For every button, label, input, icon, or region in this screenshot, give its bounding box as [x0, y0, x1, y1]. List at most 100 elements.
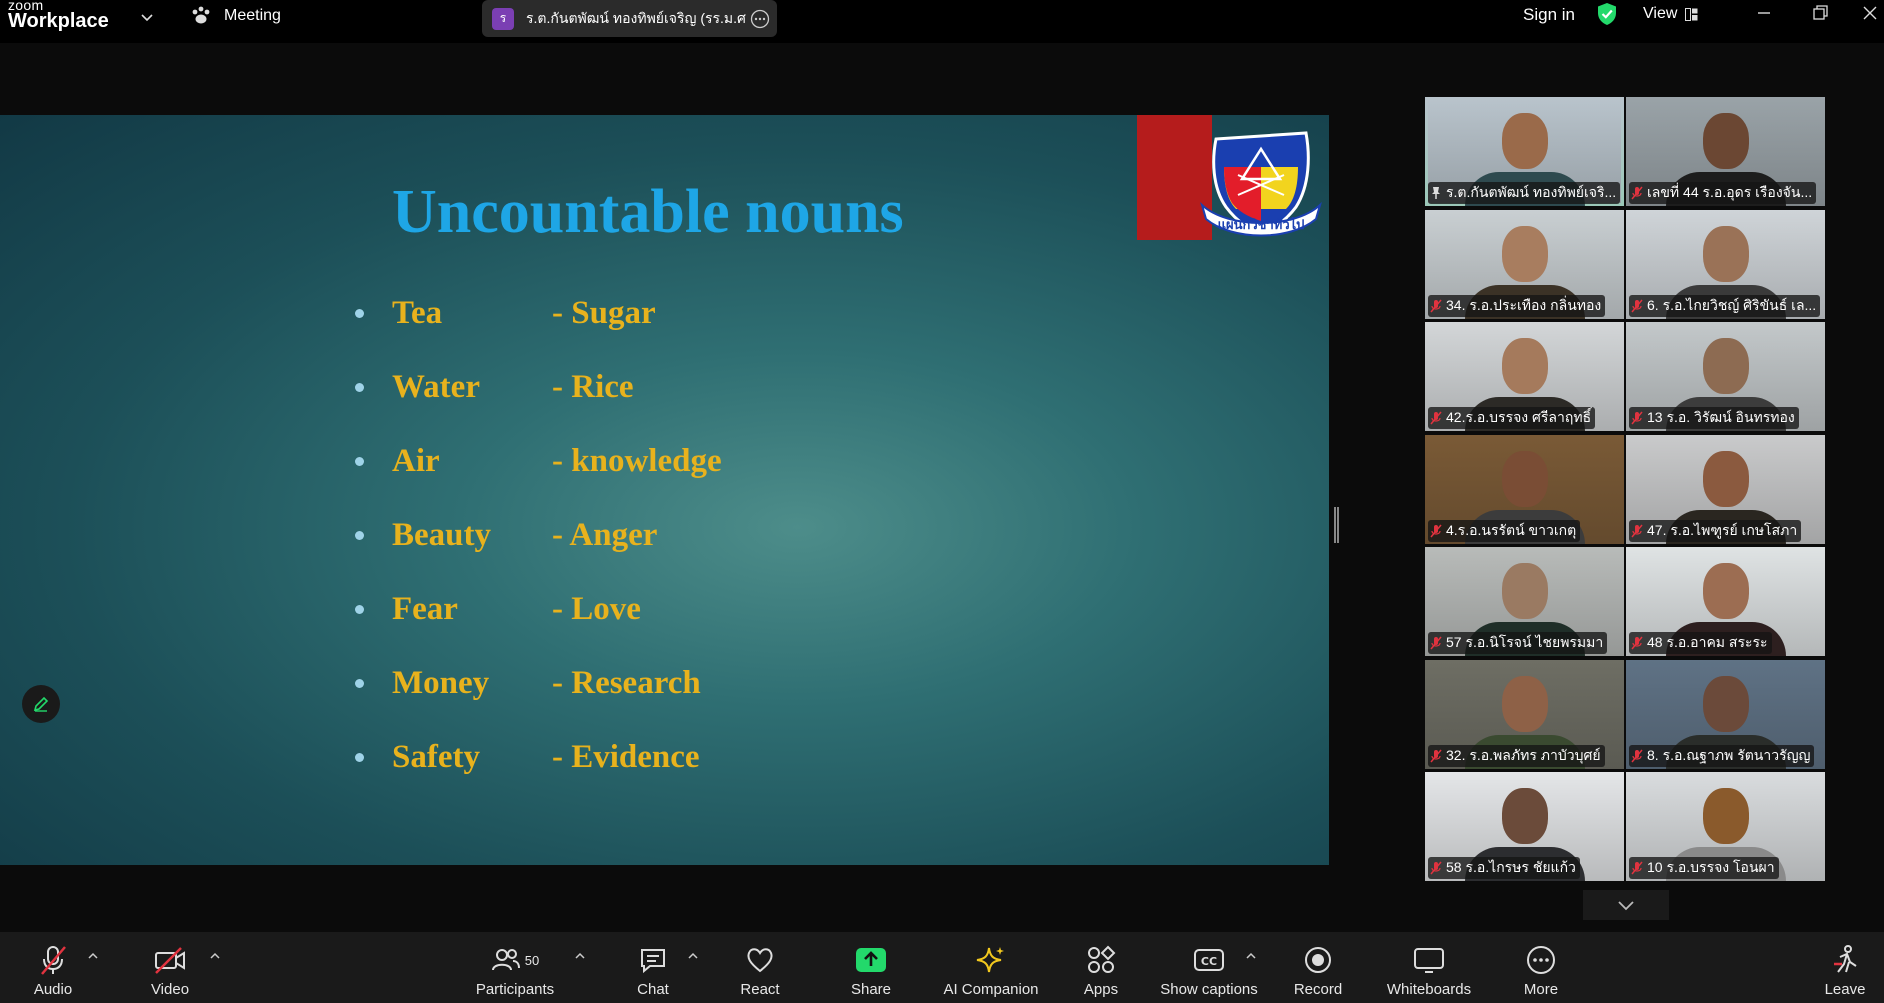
participants-label: Participants — [475, 981, 555, 998]
participant-name-label: 47. ร.อ.ไพฑูรย์ เกษโสภา — [1629, 519, 1802, 542]
share-label: Share — [850, 981, 892, 998]
participant-name: 48 ร.อ.อาคม สระระ — [1647, 634, 1768, 650]
minimize-icon[interactable] — [1754, 3, 1774, 23]
leave-label: Leave — [1824, 981, 1866, 998]
participant-face — [1702, 563, 1749, 619]
speaker-avatar: ร — [492, 7, 514, 30]
mic-muted-icon — [1430, 411, 1442, 425]
bullet — [355, 531, 364, 540]
ai-companion-button[interactable]: AI Companion — [941, 942, 1041, 998]
audio-caret-icon[interactable] — [87, 950, 99, 962]
more-options-icon[interactable] — [750, 9, 770, 29]
more-icon — [1527, 946, 1555, 974]
more-button[interactable]: More — [1522, 942, 1560, 998]
apps-button[interactable]: Apps — [1082, 942, 1120, 998]
active-speaker-pill[interactable]: ร ร.ต.กันตพัฒน์ ทองทิพย์เจริญ (รร.ม.ศม — [482, 0, 777, 37]
participant-name: ร.ต.กันตพัฒน์ ทองทิพย์เจริ... — [1446, 184, 1617, 200]
noun-right: - Love — [552, 591, 641, 627]
whiteboards-button[interactable]: Whiteboards — [1384, 942, 1474, 998]
participant-face — [1702, 338, 1749, 394]
participant-tile[interactable]: 10 ร.อ.บรรจง โอนผา — [1626, 772, 1825, 881]
chat-button[interactable]: Chat — [633, 942, 673, 998]
participant-tile[interactable]: 8. ร.อ.ณฐาภพ รัตนาวรัญญ — [1626, 659, 1825, 769]
participant-tile[interactable]: 4.ร.อ.นรรัตน์ ขาวเกตุ — [1425, 434, 1624, 544]
participant-name: 10 ร.อ.บรรจง โอนผา — [1647, 859, 1775, 875]
mic-muted-icon — [1631, 636, 1643, 650]
participant-tile[interactable]: 13 ร.อ. วิรัฒน์ อินทรทอง — [1626, 322, 1825, 431]
restore-icon[interactable] — [1811, 3, 1831, 23]
encryption-shield-icon[interactable] — [1596, 2, 1618, 26]
bullet — [355, 309, 364, 318]
bullet — [355, 605, 364, 614]
speaker-name: ร.ต.กันตพัฒน์ ทองทิพย์เจริญ (รร.ม.ศม — [526, 9, 746, 26]
participant-face — [1501, 225, 1548, 282]
record-button[interactable]: Record — [1293, 942, 1343, 998]
participant-tile[interactable]: 42.ร.อ.บรรจง ศรีลาฤทธิ์ — [1425, 322, 1624, 431]
audio-button[interactable]: Audio — [30, 942, 76, 998]
gallery-scroll-down-button[interactable] — [1583, 890, 1669, 920]
grid-view-icon — [1685, 7, 1698, 21]
chevron-down-icon[interactable] — [140, 10, 154, 24]
mic-muted-icon — [1631, 186, 1643, 200]
participant-gallery[interactable]: ร.ต.กันตพัฒน์ ทองทิพย์เจริ... เลขที่ 44 ร… — [1425, 97, 1826, 886]
participant-face — [1501, 563, 1548, 619]
mic-muted-icon — [1631, 861, 1643, 875]
participant-name-label: 6. ร.อ.ไกยวิชญ์ ศิริขันธ์ เล... — [1629, 294, 1821, 317]
mic-muted-icon — [1631, 299, 1643, 312]
close-icon[interactable] — [1860, 3, 1880, 23]
participant-tile[interactable]: 58 ร.อ.ไกรษร ชัยแก้ว — [1425, 772, 1624, 881]
participant-tile[interactable]: 6. ร.อ.ไกยวิชญ์ ศิริขันธ์ เล... — [1626, 209, 1825, 319]
meeting-tab[interactable]: Meeting — [190, 6, 281, 26]
show-captions-button[interactable]: CC Show captions — [1159, 942, 1259, 998]
participant-name-label: 32. ร.อ.พลภัทร ภาบัวบุศย์ — [1428, 744, 1605, 767]
view-menu[interactable]: View — [1643, 5, 1698, 23]
school-emblem-logo: แผนกวิชาทั่วไป — [1200, 131, 1322, 237]
bullet — [355, 457, 364, 466]
participant-tile[interactable]: 32. ร.อ.พลภัทร ภาบัวบุศย์ — [1425, 659, 1624, 769]
chat-label: Chat — [637, 981, 669, 998]
mic-muted-icon — [1430, 299, 1442, 312]
shared-screen: Uncountable nouns แผนกวิชาทั่วไป Tea - Su… — [0, 115, 1329, 865]
chat-caret-icon[interactable] — [687, 950, 699, 962]
captions-caret-icon[interactable] — [1245, 950, 1257, 962]
noun-left: Money — [392, 665, 490, 701]
sign-in-link[interactable]: Sign in — [1523, 5, 1575, 25]
participants-caret-icon[interactable] — [574, 950, 586, 962]
title-bar: zoom Workplace Meeting ร ร.ต.กันตพัฒน์ ท… — [0, 0, 1884, 43]
noun-right: - Research — [552, 665, 701, 701]
participant-name: 47. ร.อ.ไพฑูรย์ เกษโสภา — [1647, 521, 1798, 538]
noun-left: Fear — [392, 591, 458, 627]
participants-button[interactable]: 50 Participants — [473, 942, 557, 998]
record-icon — [1305, 947, 1331, 973]
participant-face — [1501, 675, 1548, 732]
mic-muted-icon — [1631, 524, 1643, 537]
annotate-button[interactable] — [22, 685, 60, 723]
sparkle-icon — [976, 947, 1004, 973]
participant-name-label: ร.ต.กันตพัฒน์ ทองทิพย์เจริ... — [1428, 182, 1621, 204]
participant-name: 4.ร.อ.นรรัตน์ ขาวเกตุ — [1446, 521, 1577, 538]
participant-tile[interactable]: เลขที่ 44 ร.อ.อุดร เรืองจัน... — [1626, 97, 1825, 206]
apps-icon — [1088, 945, 1116, 973]
video-caret-icon[interactable] — [209, 950, 221, 962]
resize-handle[interactable] — [1334, 507, 1339, 543]
participant-face — [1501, 450, 1548, 507]
noun-right: - Sugar — [552, 295, 656, 331]
share-screen-icon — [856, 948, 886, 972]
emblem-text: แผนกวิชาทั่วไป — [1218, 215, 1305, 233]
participant-tile[interactable]: 34. ร.อ.ประเทือง กลิ่นทอง — [1425, 209, 1624, 319]
participants-count: 50 — [524, 952, 540, 968]
mic-muted-icon — [1430, 524, 1442, 537]
react-button[interactable]: React — [738, 942, 782, 998]
participant-face — [1501, 338, 1548, 394]
participant-tile[interactable]: 47. ร.อ.ไพฑูรย์ เกษโสภา — [1626, 434, 1825, 544]
noun-right: - Evidence — [552, 739, 700, 775]
participant-name: 8. ร.อ.ณฐาภพ รัตนาวรัญญ — [1647, 746, 1811, 763]
participant-name: 34. ร.อ.ประเทือง กลิ่นทอง — [1446, 296, 1602, 313]
leave-button[interactable]: Leave — [1825, 942, 1865, 998]
svg-text:CC: CC — [1201, 955, 1217, 968]
share-button[interactable]: Share — [850, 942, 892, 998]
participant-tile[interactable]: 48 ร.อ.อาคม สระระ — [1626, 547, 1825, 656]
participant-tile[interactable]: 57 ร.อ.นิโรจน์ ไชยพรมมา — [1425, 547, 1624, 656]
participant-tile[interactable]: ร.ต.กันตพัฒน์ ทองทิพย์เจริ... — [1425, 97, 1624, 206]
video-button[interactable]: Video — [145, 942, 195, 998]
